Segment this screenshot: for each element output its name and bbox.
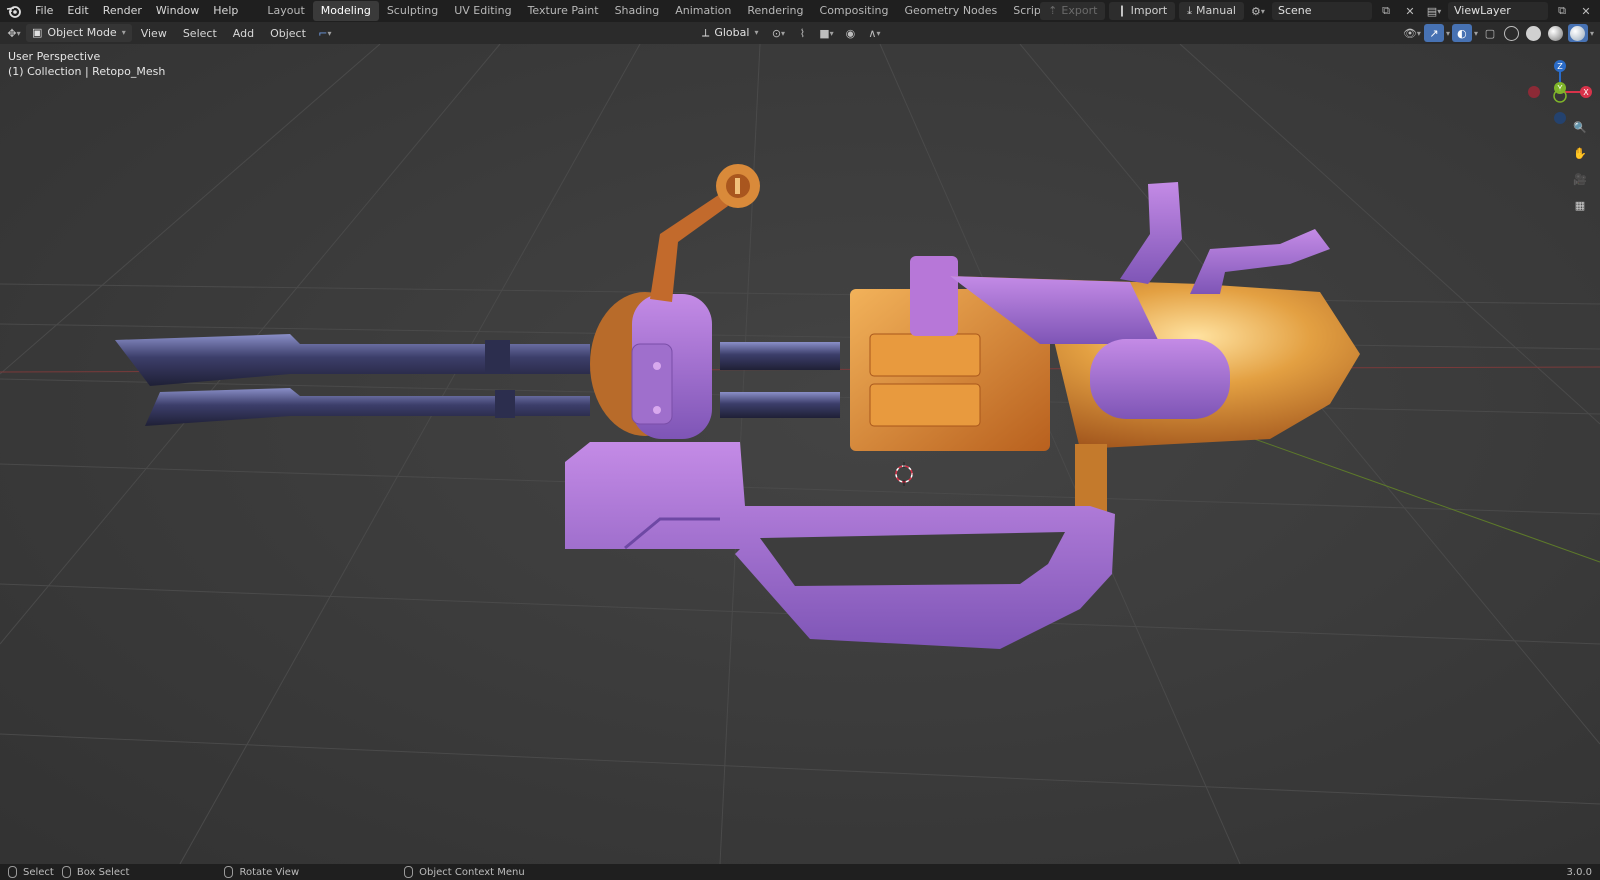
- view-layer-name-field[interactable]: ViewLayer: [1448, 2, 1548, 20]
- tab-layout[interactable]: Layout: [259, 1, 312, 21]
- material-shading-icon[interactable]: [1546, 24, 1566, 42]
- chevron-down-icon[interactable]: ▾: [1446, 29, 1450, 38]
- tab-shading[interactable]: Shading: [607, 1, 668, 21]
- navigation-tools: 🔍 ✋ 🎥 ▦: [1568, 116, 1592, 216]
- snap-target-icon[interactable]: ■ ▾: [816, 24, 836, 42]
- proportional-edit-icon[interactable]: ◉: [840, 24, 860, 42]
- export-button[interactable]: ⇡ Export: [1040, 2, 1106, 20]
- editor-type-icon[interactable]: ✥ ▾: [4, 24, 24, 42]
- solid-shading-icon[interactable]: [1524, 24, 1544, 42]
- tab-sculpting[interactable]: Sculpting: [379, 1, 446, 21]
- chevron-down-icon: ▾: [754, 28, 759, 37]
- perspective-label: User Perspective: [8, 50, 101, 63]
- orientation-label: Global: [714, 26, 750, 39]
- header-right: 👁 ▾ ↗ ▾ ◐ ▾ ▢ ▾: [1402, 24, 1594, 42]
- tab-modeling[interactable]: Modeling: [312, 1, 379, 21]
- delete-scene-icon[interactable]: ✕: [1400, 2, 1420, 20]
- status-context-menu: Object Context Menu: [299, 866, 525, 878]
- mouse-left-icon: [8, 866, 17, 878]
- tab-geometry-nodes[interactable]: Geometry Nodes: [896, 1, 1005, 21]
- blender-logo-icon[interactable]: [0, 4, 28, 18]
- gizmos-icon[interactable]: ↗: [1423, 24, 1444, 42]
- status-rotate-view: Rotate View: [129, 866, 299, 878]
- pan-hand-icon[interactable]: ✋: [1568, 142, 1592, 164]
- collection-label: (1) Collection | Retopo_Mesh: [8, 65, 166, 78]
- gizmo-z-label: Z: [1557, 62, 1563, 71]
- camera-view-icon[interactable]: 🎥: [1568, 168, 1592, 190]
- chevron-down-icon[interactable]: ▾: [1474, 29, 1478, 38]
- manual-button[interactable]: ⤓ Manual: [1179, 2, 1244, 20]
- transform-orientation-dropdown[interactable]: ⟂ Global ▾: [696, 24, 764, 42]
- menu-render[interactable]: Render: [96, 1, 149, 21]
- gizmo-y-label: Y: [1557, 84, 1563, 93]
- menu-window[interactable]: Window: [149, 1, 206, 21]
- xray-icon[interactable]: ▢: [1480, 24, 1500, 42]
- mouse-drag-icon: [61, 866, 71, 878]
- export-label: Export: [1061, 4, 1098, 17]
- import-icon: ❙: [1117, 4, 1127, 17]
- object-mode-icon: ▣: [32, 26, 43, 39]
- visibility-icon[interactable]: 👁 ▾: [1402, 24, 1422, 42]
- rendered-shading-icon[interactable]: [1567, 24, 1588, 42]
- 3d-viewport[interactable]: User Perspective (1) Collection | Retopo…: [0, 44, 1600, 864]
- gizmo-neg-x-axis[interactable]: [1528, 86, 1540, 98]
- menu-help[interactable]: Help: [206, 1, 245, 21]
- menu-edit[interactable]: Edit: [60, 1, 95, 21]
- top-menu-bar: File Edit Render Window Help Layout Mode…: [0, 0, 1600, 22]
- gizmo-neg-z-axis[interactable]: [1554, 112, 1566, 124]
- chevron-down-icon: ▾: [121, 28, 126, 37]
- tab-texture-paint[interactable]: Texture Paint: [520, 1, 607, 21]
- overlays-icon[interactable]: ◐: [1451, 24, 1472, 42]
- scene-name-field[interactable]: Scene: [1272, 2, 1372, 20]
- download-icon: ⤓: [1187, 4, 1193, 17]
- menu-view[interactable]: View: [134, 27, 174, 40]
- ortho-grid-icon[interactable]: ▦: [1568, 194, 1592, 216]
- manual-label: Manual: [1196, 4, 1236, 17]
- menu-select[interactable]: Select: [176, 27, 224, 40]
- delete-view-layer-icon[interactable]: ✕: [1576, 2, 1596, 20]
- new-view-layer-icon[interactable]: ⧉: [1552, 2, 1572, 20]
- new-scene-icon[interactable]: ⧉: [1376, 2, 1396, 20]
- menu-file[interactable]: File: [28, 1, 60, 21]
- object-mode-dropdown[interactable]: ▣ Object Mode ▾: [26, 24, 132, 42]
- wireframe-shading-icon[interactable]: [1502, 24, 1522, 42]
- status-context-menu-label: Object Context Menu: [419, 866, 525, 878]
- version-label: 3.0.0: [1566, 866, 1592, 878]
- tab-compositing[interactable]: Compositing: [812, 1, 897, 21]
- snap-icon[interactable]: ⌇: [792, 24, 812, 42]
- viewport-header: ✥ ▾ ▣ Object Mode ▾ View Select Add Objec…: [0, 22, 1600, 44]
- menu-add[interactable]: Add: [226, 27, 261, 40]
- header-left: ✥ ▾ ▣ Object Mode ▾ View Select Add Objec…: [0, 24, 335, 42]
- orientation-icon: ⟂: [702, 26, 710, 39]
- falloff-icon[interactable]: ∧ ▾: [864, 24, 884, 42]
- zoom-icon[interactable]: 🔍: [1568, 116, 1592, 138]
- gizmo-toggle-icon[interactable]: ⌐ ▾: [315, 24, 335, 42]
- tab-uv-editing[interactable]: UV Editing: [446, 1, 519, 21]
- chevron-down-icon[interactable]: ▾: [1590, 29, 1594, 38]
- import-label: Import: [1130, 4, 1168, 17]
- gizmo-x-label: X: [1583, 88, 1589, 97]
- status-box-select: Box Select: [54, 866, 130, 878]
- header-center: ⟂ Global ▾ ⊙ ▾ ⌇ ■ ▾ ◉ ∧ ▾: [696, 24, 884, 42]
- status-box-select-label: Box Select: [76, 866, 130, 878]
- export-icon: ⇡: [1048, 4, 1058, 17]
- object-mode-label: Object Mode: [47, 26, 117, 39]
- top-right-controls: ⇡ Export ❙ Import ⤓ Manual ⚙ ▾ Scene ⧉ ✕ …: [1040, 1, 1600, 21]
- tab-rendering[interactable]: Rendering: [739, 1, 811, 21]
- view-layer-selector-icon[interactable]: ▤ ▾: [1424, 2, 1444, 20]
- status-bar: Select Box Select Rotate View Object Con…: [0, 864, 1600, 880]
- status-rotate-view-label: Rotate View: [239, 866, 300, 878]
- menu-object[interactable]: Object: [263, 27, 313, 40]
- import-button[interactable]: ❙ Import: [1109, 2, 1176, 20]
- scene-selector-icon[interactable]: ⚙ ▾: [1248, 2, 1268, 20]
- viewport-grid: [0, 44, 1600, 864]
- tab-animation[interactable]: Animation: [667, 1, 739, 21]
- mouse-right-icon: [404, 866, 414, 878]
- status-select: Select: [0, 866, 54, 878]
- mouse-middle-icon: [224, 866, 234, 878]
- status-select-label: Select: [23, 866, 54, 878]
- pivot-point-icon[interactable]: ⊙ ▾: [768, 24, 788, 42]
